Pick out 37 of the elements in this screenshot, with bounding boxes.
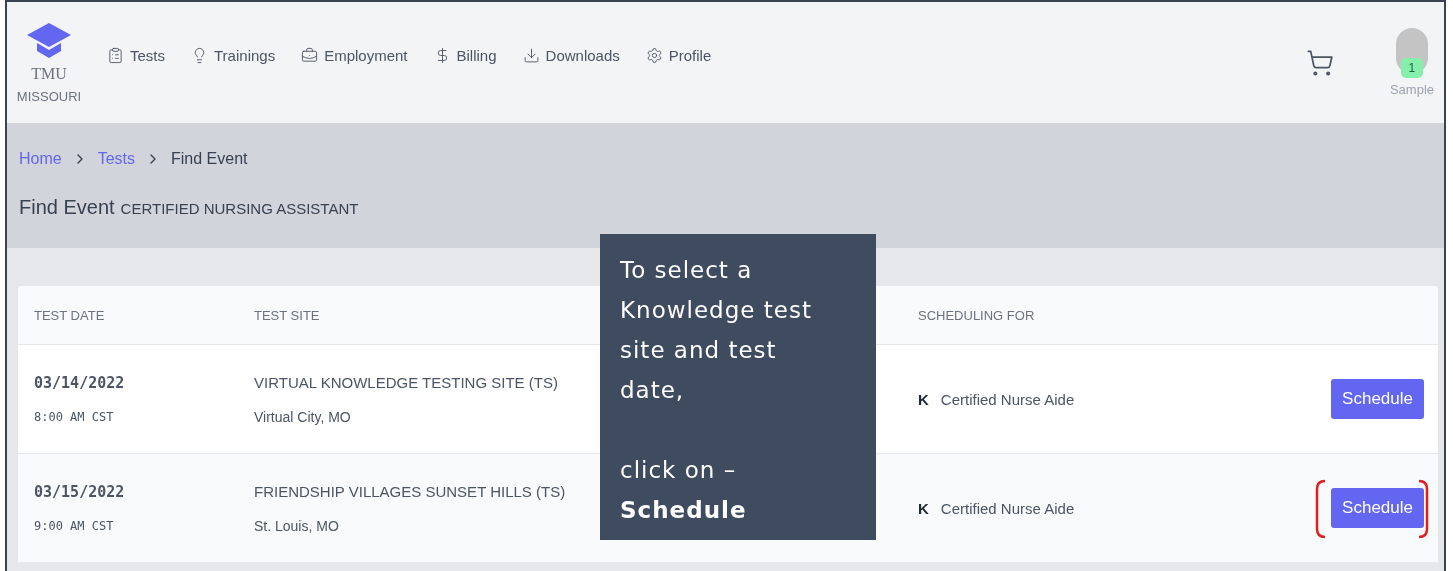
nav-link[interactable]: Trainings xyxy=(191,47,276,78)
schedule-button[interactable]: Schedule xyxy=(1331,379,1424,419)
brand-state: MISSOURI xyxy=(16,89,82,104)
test-date: 03/14/2022 xyxy=(34,374,125,392)
test-time: 9:00 AM CST xyxy=(34,519,114,533)
test-site-location: Virtual City, MO xyxy=(254,408,351,425)
brand-name: TMU xyxy=(31,65,67,83)
nav-link[interactable]: Billing xyxy=(433,47,497,78)
schedule-button[interactable]: Schedule xyxy=(1331,488,1424,528)
user-name: Sample xyxy=(1389,82,1434,97)
test-site-location: St. Louis, MO xyxy=(254,517,339,534)
notification-badge: 1 xyxy=(1400,58,1423,78)
test-time: 8:00 AM CST xyxy=(34,410,114,424)
test-site-name: VIRTUAL KNOWLEDGE TESTING SITE (TS) xyxy=(254,373,558,391)
download-icon xyxy=(522,47,540,64)
test-type-code: K xyxy=(918,499,929,517)
breadcrumb-current: Find Event xyxy=(171,150,248,168)
clipboard-icon xyxy=(107,47,124,64)
settings-icon xyxy=(645,47,663,64)
test-type-code: K xyxy=(918,390,929,408)
program-name: Certified Nurse Aide xyxy=(940,499,1075,517)
test-site-name: FRIENDSHIP VILLAGES SUNSET HILLS (TS) xyxy=(254,482,566,500)
nav-link[interactable]: Tests xyxy=(107,47,165,78)
column-header: SCHEDULING FOR xyxy=(918,307,1035,323)
column-header: TEST DATE xyxy=(34,307,105,323)
briefcase-icon xyxy=(301,47,319,64)
page-subtitle: CERTIFIED NURSING ASSISTANT xyxy=(120,200,359,217)
graduation-cap-logo-icon xyxy=(25,21,73,59)
nav-link[interactable]: Downloads xyxy=(522,47,620,78)
instruction-text: To select a Knowledge test site and test date, click on – Schedule xyxy=(620,256,813,525)
page-title: Find Event xyxy=(19,196,115,219)
column-header: TEST SITE xyxy=(254,307,320,323)
program-name: Certified Nurse Aide xyxy=(940,390,1075,408)
nav-link[interactable]: Employment xyxy=(301,47,408,78)
cart-icon[interactable] xyxy=(1305,48,1334,77)
nav-link[interactable]: Profile xyxy=(645,47,712,78)
test-date: 03/15/2022 xyxy=(34,483,125,501)
